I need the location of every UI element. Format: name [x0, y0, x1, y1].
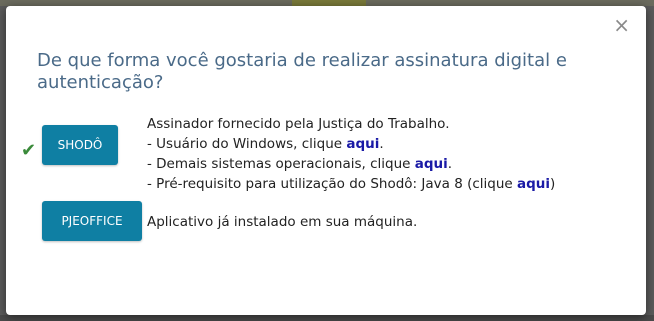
shodo-description: Assinador fornecido pela Justiça do Trab… — [147, 114, 555, 194]
signature-method-dialog: × De que forma você gostaria de realizar… — [6, 6, 646, 315]
shodo-desc-line2-suffix: . — [379, 136, 384, 152]
windows-download-link[interactable]: aqui — [346, 136, 379, 152]
java-download-link[interactable]: aqui — [517, 176, 550, 192]
dialog-title: De que forma você gostaria de realizar a… — [37, 50, 567, 93]
shodo-desc-line3: - Demais sistemas operacionais, clique a… — [147, 154, 555, 174]
shodo-desc-line4-suffix: ) — [550, 176, 556, 192]
shodo-desc-line1: Assinador fornecido pela Justiça do Trab… — [147, 116, 450, 132]
checkmark-icon: ✔ — [21, 140, 37, 161]
shodo-desc-line4-text: - Pré-requisito para utilização do Shodô… — [147, 176, 517, 192]
pjeoffice-description: Aplicativo já instalado em sua máquina. — [147, 214, 418, 230]
backdrop-bottom — [0, 315, 654, 321]
shodo-desc-line3-suffix: . — [447, 156, 453, 172]
shodo-desc-line4: - Pré-requisito para utilização do Shodô… — [147, 174, 555, 194]
shodo-button[interactable]: SHODÔ — [42, 125, 118, 165]
pjeoffice-button[interactable]: PJEOFFICE — [42, 201, 142, 241]
shodo-desc-line2: - Usuário do Windows, clique aqui. — [147, 134, 555, 154]
close-icon[interactable]: × — [613, 15, 630, 35]
other-os-download-link[interactable]: aqui — [415, 156, 448, 172]
shodo-desc-line3-text: - Demais sistemas operacionais, clique — [147, 156, 415, 172]
shodo-desc-line2-text: - Usuário do Windows, clique — [147, 136, 347, 152]
